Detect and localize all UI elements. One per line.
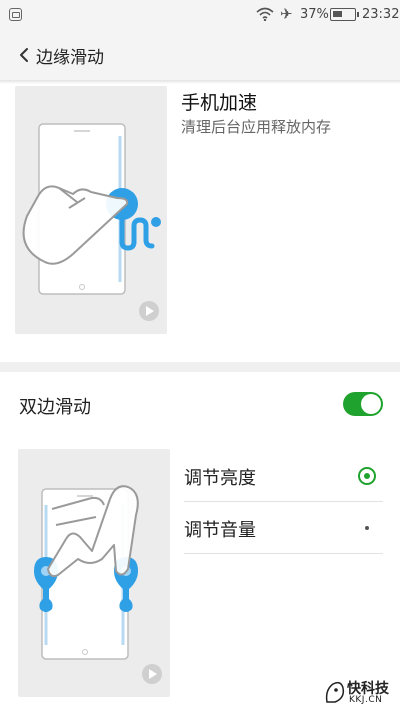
clock-time: 23:32 (362, 7, 400, 22)
app-header: 边缘滑动 (0, 30, 400, 80)
double-swipe-label: 双边滑动 (19, 397, 91, 418)
option-brightness[interactable]: 调节亮度 (184, 450, 383, 502)
page-title: 边缘滑动 (36, 48, 104, 68)
status-bar: ✈ 37% 23:32 (0, 0, 400, 30)
option-volume-label: 调节音量 (184, 520, 256, 541)
section-divider (0, 362, 400, 372)
double-swipe-toggle[interactable] (343, 392, 383, 416)
watermark-domain: KKJ.CN (349, 695, 383, 705)
radio-unselected-icon[interactable] (365, 526, 369, 530)
option-volume[interactable]: 调节音量 (184, 502, 383, 554)
speed-up-subtitle: 清理后台应用释放内存 (181, 118, 332, 136)
option-divider (184, 553, 383, 554)
airplane-icon: ✈ (280, 5, 293, 23)
battery-icon (330, 8, 359, 21)
back-chevron-icon[interactable] (14, 44, 36, 66)
speed-up-title: 手机加速 (181, 92, 258, 114)
toggle-knob (361, 394, 381, 414)
header-shadow (0, 80, 400, 84)
battery-percent: 37% (300, 7, 329, 22)
watermark-logo-icon (325, 681, 345, 703)
watermark: 快科技 KKJ.CN (323, 678, 397, 708)
speed-up-illustration[interactable] (15, 86, 167, 334)
radio-selected-icon[interactable] (358, 467, 376, 485)
option-brightness-label: 调节亮度 (184, 468, 256, 489)
notification-icon (9, 8, 22, 21)
single-swipe-gesture-graphic (22, 123, 161, 321)
double-swipe-illustration[interactable] (18, 449, 170, 697)
wifi-icon (256, 7, 274, 21)
double-swipe-gesture-graphic (34, 485, 162, 684)
